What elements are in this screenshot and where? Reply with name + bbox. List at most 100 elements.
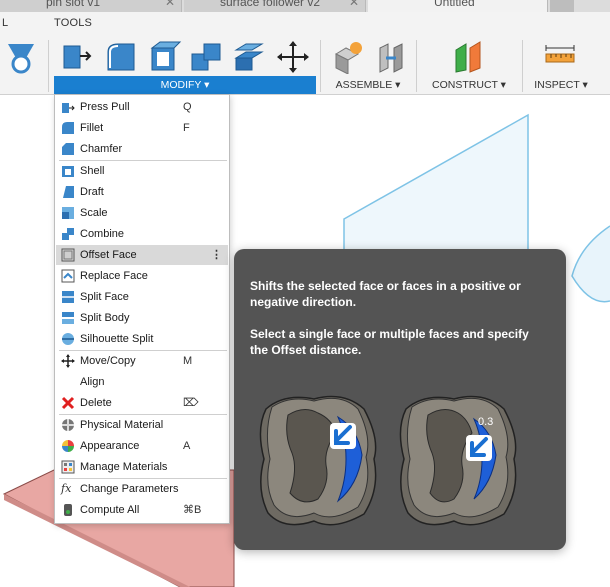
measure-icon[interactable] bbox=[543, 40, 577, 74]
menu-item-shortcut: A bbox=[183, 440, 191, 452]
compute-all-icon bbox=[64, 504, 72, 516]
menu-item-press-pull[interactable]: Press Pull Q bbox=[56, 97, 228, 117]
press-pull-tool-icon[interactable] bbox=[60, 40, 94, 74]
shell-tool-icon[interactable] bbox=[148, 40, 182, 74]
menu-item-scale[interactable]: Scale bbox=[56, 203, 228, 223]
tab-pin-slot[interactable]: pin slot v1 ✕ bbox=[0, 0, 182, 12]
offset-face-tool-icon[interactable] bbox=[232, 40, 266, 74]
menu-item-change-parameters[interactable]: fx Change Parameters bbox=[56, 479, 228, 499]
separator bbox=[320, 40, 321, 92]
menu-item-label: Silhouette Split bbox=[80, 333, 154, 345]
menu-item-label: Draft bbox=[80, 186, 104, 198]
menu-item-label: Fillet bbox=[80, 122, 104, 134]
inspect-group-label[interactable]: INSPECT ▾ bbox=[530, 76, 592, 94]
menu-item-split-body[interactable]: Split Body bbox=[56, 308, 228, 328]
chamfer-icon bbox=[62, 143, 74, 155]
menu-item-shortcut: M bbox=[183, 355, 193, 367]
menu-item-label: Delete bbox=[80, 397, 112, 409]
tab-label: pin slot v1 bbox=[46, 0, 101, 9]
modify-group-label[interactable]: MODIFY ▾ bbox=[54, 76, 316, 94]
menu-item-label: Scale bbox=[80, 207, 108, 219]
arrow-icon bbox=[466, 435, 492, 461]
draft-icon bbox=[63, 186, 74, 198]
tab-untitled[interactable]: Untitled bbox=[368, 0, 548, 12]
offset-face-illustration: 0.3 bbox=[259, 395, 517, 526]
menu-item-shortcut: ⌘B bbox=[183, 504, 202, 516]
construct-group-label[interactable]: CONSTRUCT ▾ bbox=[424, 76, 514, 94]
menu-item-combine[interactable]: Combine bbox=[56, 224, 228, 244]
menu-item-offset-face[interactable]: Offset Face ⋮ bbox=[56, 245, 228, 265]
joint-icon[interactable] bbox=[374, 40, 408, 74]
scale-icon bbox=[62, 207, 74, 219]
appearance-icon bbox=[62, 440, 74, 452]
menu-item-shell[interactable]: Shell bbox=[56, 161, 228, 181]
separator bbox=[522, 40, 523, 92]
menu-item-label: Move/Copy bbox=[80, 355, 136, 367]
new-component-icon[interactable] bbox=[332, 40, 366, 74]
tooltip-description: Shifts the selected face or faces in a p… bbox=[250, 279, 521, 309]
replace-face-icon bbox=[61, 269, 75, 283]
more-options-icon[interactable]: ⋮ bbox=[211, 245, 222, 265]
menu-item-appearance[interactable]: Appearance A bbox=[56, 436, 228, 456]
fx-icon: fx bbox=[61, 482, 72, 495]
split-face-icon bbox=[62, 291, 74, 303]
menu-item-label: Manage Materials bbox=[80, 461, 168, 473]
menu-item-label: Offset Face bbox=[80, 249, 137, 261]
offset-face-icon bbox=[61, 248, 75, 262]
press-pull-icon bbox=[62, 103, 75, 113]
move-tool-icon[interactable] bbox=[276, 40, 310, 74]
menu-item-label: Replace Face bbox=[80, 270, 148, 282]
menu-item-split-face[interactable]: Split Face bbox=[56, 287, 228, 307]
close-icon[interactable]: ✕ bbox=[349, 0, 359, 10]
menu-item-label: Chamfer bbox=[80, 143, 123, 155]
menu-item-align[interactable]: Align bbox=[56, 372, 228, 392]
move-icon bbox=[61, 354, 75, 368]
menu-item-label: Split Body bbox=[80, 312, 130, 324]
menu-item-label: Physical Material bbox=[80, 419, 164, 431]
new-tab-button[interactable] bbox=[550, 0, 574, 12]
tools-tab[interactable]: TOOLS bbox=[54, 17, 92, 29]
separator bbox=[48, 40, 49, 92]
combine-tool-icon[interactable] bbox=[190, 40, 224, 74]
menu-item-label: Combine bbox=[80, 228, 125, 240]
menu-item-label: Split Face bbox=[80, 291, 129, 303]
revolve-icon[interactable] bbox=[4, 40, 38, 74]
menu-item-silhouette-split[interactable]: Silhouette Split bbox=[56, 329, 228, 349]
menu-item-label: Appearance bbox=[80, 440, 140, 452]
fillet-tool-icon[interactable] bbox=[104, 40, 138, 74]
assemble-group-label[interactable]: ASSEMBLE ▾ bbox=[330, 76, 406, 94]
menu-item-chamfer[interactable]: Chamfer bbox=[56, 139, 228, 159]
manage-materials-icon bbox=[61, 460, 75, 474]
menu-item-replace-face[interactable]: Replace Face bbox=[56, 266, 228, 286]
menu-item-compute-all[interactable]: Compute All ⌘B bbox=[56, 500, 228, 520]
toolbar-ribbon: L TOOLS MODIFY ▾ ASSEMBLE ▾ CONSTRUCT ▾ … bbox=[0, 12, 610, 95]
combine-icon bbox=[62, 228, 74, 240]
tab-surface-follower[interactable]: surface follower v2 ✕ bbox=[184, 0, 366, 12]
separator bbox=[416, 40, 417, 92]
shell-icon bbox=[62, 166, 74, 177]
close-icon[interactable]: ✕ bbox=[165, 0, 175, 10]
document-tab-strip: pin slot v1 ✕ surface follower v2 ✕ Unti… bbox=[0, 0, 610, 12]
tab-label: Untitled bbox=[434, 0, 475, 9]
menu-item-delete[interactable]: Delete ⌦ bbox=[56, 393, 228, 413]
menu-item-shortcut: ⌦ bbox=[183, 397, 199, 409]
physical-material-icon bbox=[62, 419, 74, 431]
offset-face-tooltip: Shifts the selected face or faces in a p… bbox=[234, 249, 566, 550]
menu-item-shortcut: F bbox=[183, 122, 190, 134]
delete-icon bbox=[61, 396, 75, 410]
part-after-illustration: 0.3 bbox=[399, 395, 517, 526]
menu-item-label: Press Pull bbox=[80, 101, 130, 113]
menu-item-physical-material[interactable]: Physical Material bbox=[56, 415, 228, 435]
menu-left-label[interactable]: L bbox=[2, 17, 8, 29]
tab-label: surface follower v2 bbox=[220, 0, 321, 9]
menu-item-draft[interactable]: Draft bbox=[56, 182, 228, 202]
sketch-profile[interactable] bbox=[571, 225, 610, 303]
menu-item-manage-materials[interactable]: Manage Materials bbox=[56, 457, 228, 477]
offset-plane-icon[interactable] bbox=[452, 40, 486, 74]
fillet-icon bbox=[62, 122, 74, 134]
arrow-icon bbox=[330, 423, 356, 449]
menu-item-fillet[interactable]: Fillet F bbox=[56, 118, 228, 138]
menu-item-move-copy[interactable]: Move/Copy M bbox=[56, 351, 228, 371]
menu-item-label: Compute All bbox=[80, 504, 140, 516]
modify-dropdown-menu: Press Pull Q Fillet F Chamfer Shell Draf… bbox=[54, 94, 230, 524]
